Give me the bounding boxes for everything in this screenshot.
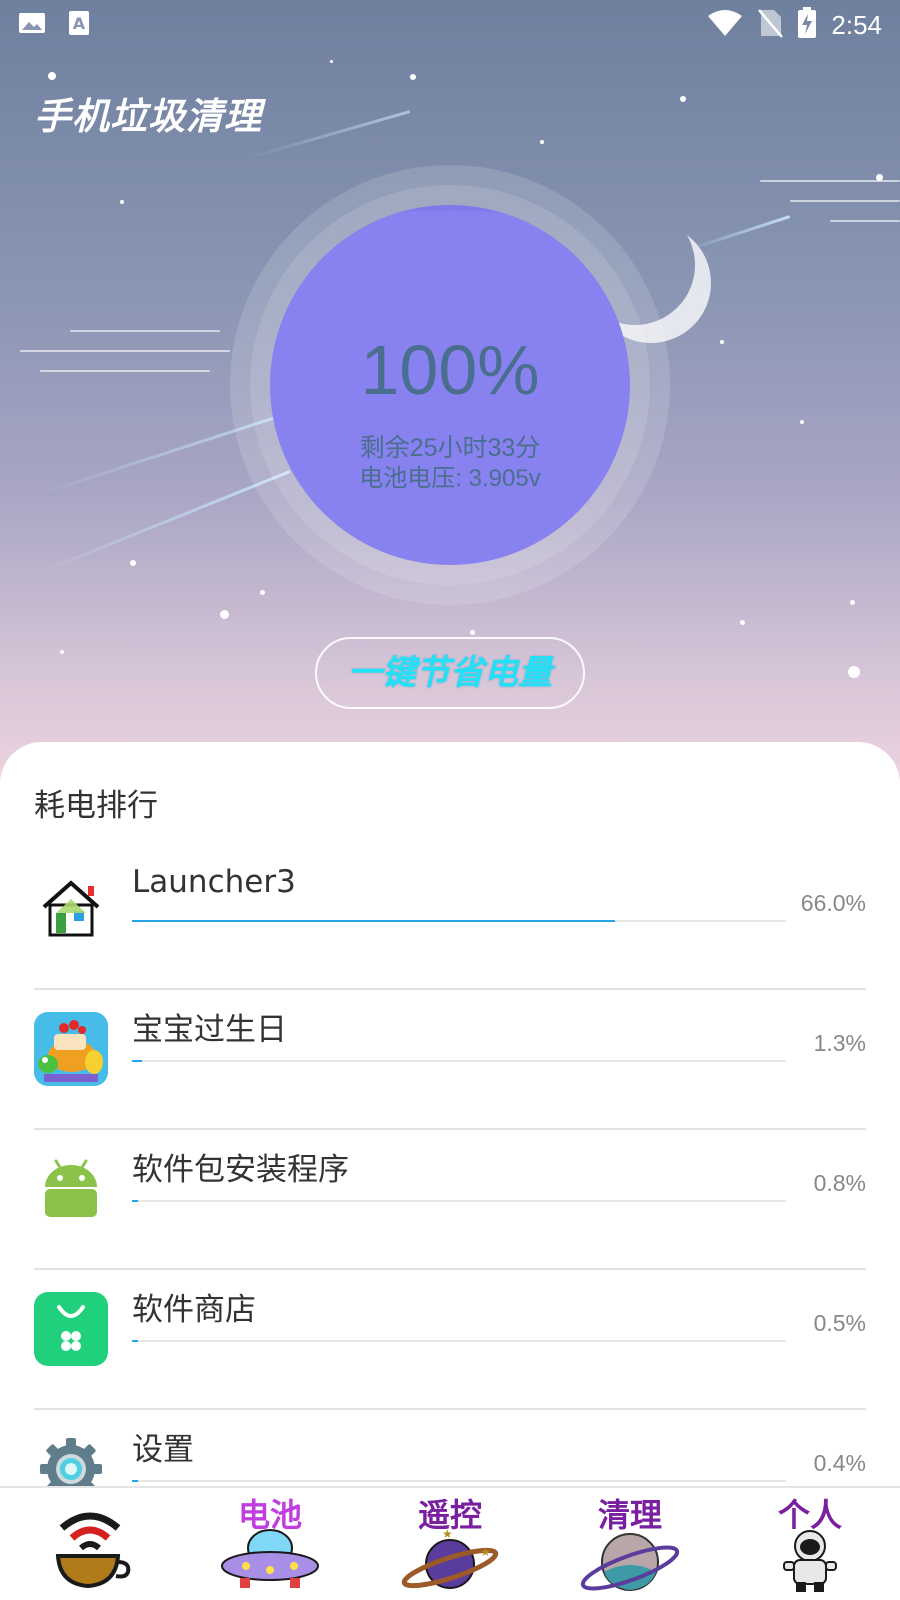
- usage-bar-track: [132, 1060, 786, 1062]
- battery-percent: 100%: [360, 331, 540, 409]
- ringed-planet-icon: [578, 1528, 682, 1598]
- app-name: Launcher3: [132, 864, 296, 900]
- nav-clean[interactable]: 清理: [540, 1488, 720, 1600]
- planet-icon: ★ ★: [400, 1527, 500, 1598]
- astronaut-icon: [780, 1528, 840, 1598]
- no-sim-icon: [757, 8, 784, 42]
- svg-text:A: A: [73, 14, 86, 33]
- usage-bar-fill: [132, 1200, 138, 1202]
- app-percent: 0.8%: [813, 1170, 866, 1196]
- app-percent: 66.0%: [800, 890, 866, 916]
- usage-bar-fill: [132, 920, 616, 922]
- nav-remote[interactable]: 遥控 ★ ★: [360, 1488, 540, 1600]
- usage-bar-fill: [132, 1060, 142, 1062]
- wifi-icon: [707, 9, 743, 41]
- nav-label: 电池: [237, 1496, 302, 1534]
- ufo-icon: [218, 1528, 322, 1596]
- ranking-list: Launcher3 66.0% 宝宝过生日 1.3% 软件包安装程序 0.8% …: [0, 850, 900, 1550]
- usage-bar-fill: [132, 1480, 138, 1482]
- nav-label: 个人: [777, 1496, 842, 1534]
- svg-text:★: ★: [442, 1528, 453, 1541]
- app-percent: 0.5%: [813, 1310, 866, 1336]
- list-item[interactable]: 宝宝过生日 1.3%: [0, 990, 900, 1130]
- app-name: 设置: [132, 1432, 194, 1468]
- nav-label: 清理: [597, 1496, 662, 1534]
- list-item[interactable]: 软件包安装程序 0.8%: [0, 1130, 900, 1270]
- font-a-icon: A: [68, 10, 90, 40]
- save-power-button[interactable]: 一键节省电量: [315, 637, 585, 709]
- status-bar: A 2:54: [0, 0, 900, 50]
- usage-bar-fill: [132, 1340, 138, 1342]
- app-name: 宝宝过生日: [132, 1012, 287, 1048]
- image-icon: [18, 11, 46, 39]
- clock: 2:54: [831, 9, 882, 40]
- list-item[interactable]: 软件商店 0.5%: [0, 1270, 900, 1410]
- battery-voltage: 电池电压: 3.905v: [359, 465, 541, 492]
- nav-profile[interactable]: 个人: [720, 1488, 900, 1600]
- battery-charging-icon: [797, 7, 817, 43]
- wifi-cup-icon: [48, 1498, 132, 1598]
- list-item[interactable]: Launcher3 66.0%: [0, 850, 900, 990]
- usage-bar-track: [132, 1480, 786, 1482]
- app-percent: 1.3%: [813, 1030, 866, 1056]
- app-name: 软件包安装程序: [132, 1152, 349, 1188]
- usage-bar-track: [132, 1200, 786, 1202]
- app-store-icon: [34, 1292, 108, 1366]
- nav-battery[interactable]: 电池: [180, 1488, 360, 1600]
- app-name: 软件商店: [132, 1292, 256, 1328]
- usage-bar-track: [132, 1340, 786, 1342]
- house-icon: [34, 872, 108, 946]
- android-icon: [34, 1152, 108, 1226]
- ranking-title: 耗电排行: [34, 788, 158, 824]
- app-percent: 0.4%: [813, 1450, 866, 1476]
- birthday-game-icon: [34, 1012, 108, 1086]
- nav-label: 遥控: [417, 1496, 482, 1534]
- usage-bar-track: [132, 920, 786, 922]
- page-title: 手机垃圾清理: [34, 95, 262, 138]
- bottom-nav: 电池 遥控 ★ ★ 清理 个人: [0, 1486, 900, 1600]
- svg-text:★: ★: [480, 1545, 491, 1559]
- nav-wifi[interactable]: [0, 1488, 180, 1600]
